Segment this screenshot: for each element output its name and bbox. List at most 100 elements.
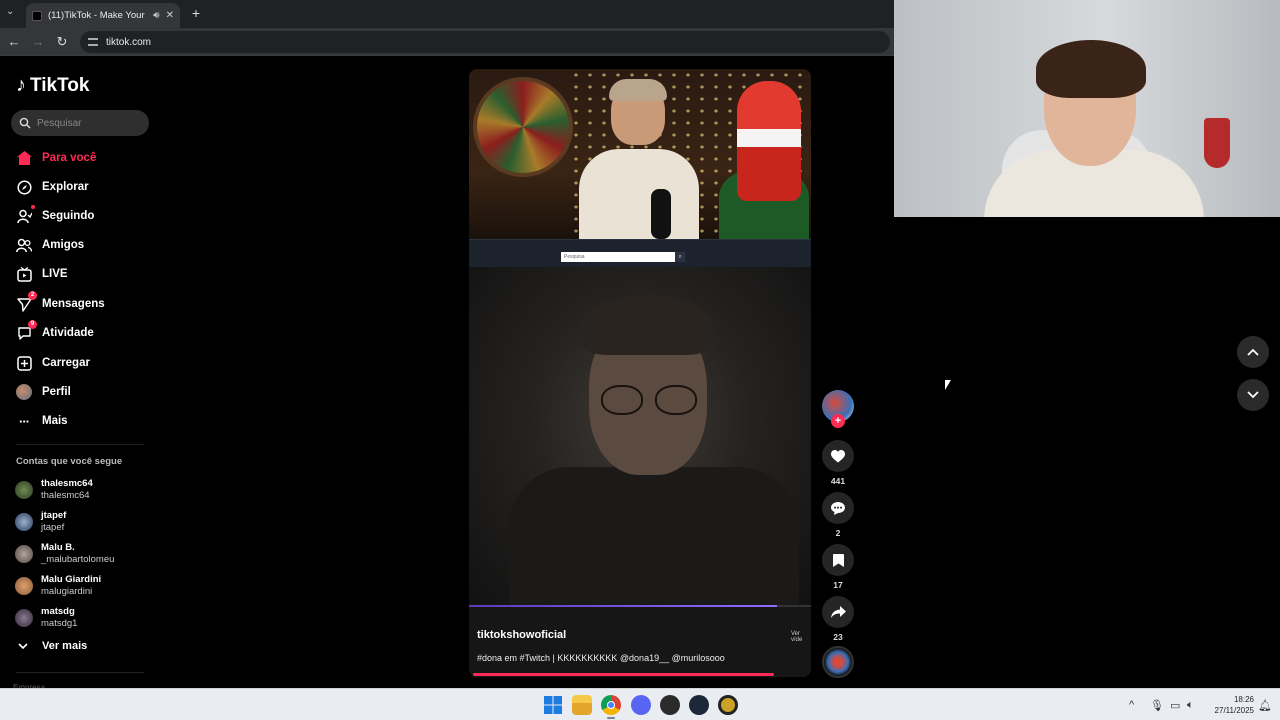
nav-label: Seguindo bbox=[42, 210, 95, 222]
new-tab-button[interactable]: + bbox=[187, 4, 205, 22]
messages-icon: 2 bbox=[16, 291, 37, 312]
browser-tab-bar: ⌄ (11)TikTok - Make Your Day 🔊︎ ✕ + bbox=[0, 0, 894, 28]
windows-start-icon[interactable] bbox=[543, 695, 563, 715]
network-icon[interactable]: ▭ bbox=[1170, 699, 1180, 712]
music-disc[interactable] bbox=[822, 646, 854, 678]
nav-following[interactable]: Seguindo bbox=[16, 205, 95, 226]
video-author[interactable]: tiktokshowoficial bbox=[477, 629, 566, 641]
following-account[interactable]: matsdg matsdg1 bbox=[15, 606, 77, 630]
account-username: malugiardini bbox=[41, 586, 93, 597]
site-info-icon[interactable] bbox=[88, 38, 98, 46]
nav-messages[interactable]: 2 Mensagens bbox=[16, 291, 105, 314]
clock-date: 27/11/2025 bbox=[1214, 706, 1254, 715]
following-account[interactable]: Malu Giardini malugiardini bbox=[15, 574, 101, 598]
notifications-icon[interactable]: 🔔︎ bbox=[1258, 699, 1272, 712]
video-player[interactable]: Pesquisa ⌕ tiktokshowoficial Ver víde #d… bbox=[469, 69, 811, 677]
following-account[interactable]: Malu B. _malubartolomeu bbox=[15, 542, 114, 566]
following-account[interactable]: thalesmc64 thalesmc64 bbox=[15, 478, 93, 502]
reload-icon[interactable]: ↻ bbox=[54, 34, 70, 50]
heart-icon bbox=[831, 449, 845, 462]
taskbar-clock[interactable]: 18:26 27/11/2025 bbox=[1206, 694, 1254, 716]
volume-icon[interactable]: 🔈︎ bbox=[1187, 699, 1194, 712]
profile-avatar bbox=[16, 384, 32, 400]
webcam-overlay bbox=[894, 0, 1280, 217]
chevron-down-icon bbox=[18, 643, 28, 650]
back-icon[interactable]: ← bbox=[6, 34, 22, 50]
nav-activity[interactable]: 9 Atividade bbox=[16, 320, 94, 343]
like-count: 441 bbox=[830, 476, 846, 486]
microphone bbox=[651, 189, 671, 239]
sidebar-divider bbox=[16, 444, 144, 445]
forward-icon[interactable]: → bbox=[30, 34, 46, 50]
sidebar-divider bbox=[16, 672, 144, 673]
share-icon bbox=[830, 606, 846, 618]
save-button[interactable] bbox=[822, 544, 854, 576]
avatar bbox=[15, 513, 33, 531]
video-frame-top-streamer bbox=[469, 69, 811, 244]
nav-for-you[interactable]: Para você bbox=[16, 148, 96, 168]
nav-live[interactable]: LIVE bbox=[16, 264, 68, 284]
follow-plus-icon[interactable]: + bbox=[831, 414, 845, 428]
mouse-cursor-icon bbox=[945, 380, 951, 390]
sidebar: ♪ TikTok Para você Explorar Seguindo Ami… bbox=[0, 56, 160, 692]
christmas-stocking bbox=[1204, 118, 1230, 168]
search-box[interactable] bbox=[11, 110, 149, 136]
game-launcher-icon[interactable] bbox=[718, 695, 738, 715]
tiktok-favicon-icon bbox=[32, 10, 42, 21]
nav-more[interactable]: ··· Mais bbox=[16, 411, 68, 431]
windows-taskbar: ^ 🎙︎ ▭ 🔈︎ 18:26 27/11/2025 🔔︎ bbox=[0, 688, 1280, 720]
close-tab-icon[interactable]: ✕ bbox=[166, 10, 174, 21]
video-frame-bottom-streamer bbox=[469, 267, 811, 607]
account-name: Malu Giardini bbox=[41, 574, 102, 585]
browser-toolbar: ← → ↻ tiktok.com bbox=[0, 28, 894, 56]
clock-time: 18:26 bbox=[1233, 695, 1254, 704]
account-name: thalesmc64 bbox=[41, 478, 93, 489]
nav-explore[interactable]: Explorar bbox=[16, 177, 89, 197]
tab-search-icon[interactable]: ⌄ bbox=[6, 6, 14, 17]
like-button[interactable] bbox=[822, 440, 854, 472]
address-bar[interactable]: tiktok.com bbox=[80, 31, 890, 53]
previous-video-button[interactable] bbox=[1237, 336, 1269, 368]
bookmark-icon bbox=[832, 553, 844, 567]
following-account[interactable]: jtapef jtapef bbox=[15, 510, 66, 534]
audio-playing-icon[interactable]: 🔊︎ bbox=[153, 10, 159, 21]
nav-label: Perfil bbox=[42, 386, 71, 398]
steam-icon[interactable] bbox=[689, 695, 709, 715]
nav-label: Para você bbox=[42, 152, 97, 164]
video-progress-bar[interactable] bbox=[473, 673, 774, 676]
embedded-search-icon: ⌕ bbox=[675, 252, 685, 262]
account-username: matsdg1 bbox=[41, 618, 78, 629]
avatar bbox=[15, 481, 33, 499]
obs-icon[interactable] bbox=[660, 695, 680, 715]
see-more-button[interactable]: Ver mais bbox=[18, 640, 87, 652]
file-explorer-icon[interactable] bbox=[572, 695, 592, 715]
next-video-button[interactable] bbox=[1237, 379, 1269, 411]
nav-profile[interactable]: Perfil bbox=[16, 382, 71, 402]
nav-upload[interactable]: Carregar bbox=[16, 353, 90, 373]
tiktok-logo[interactable]: ♪ TikTok bbox=[16, 74, 89, 97]
following-icon bbox=[16, 205, 35, 224]
nav-label: LIVE bbox=[42, 268, 68, 280]
nav-friends[interactable]: Amigos bbox=[16, 235, 84, 255]
chrome-icon[interactable] bbox=[601, 695, 621, 715]
nav-label: Amigos bbox=[42, 239, 85, 251]
comment-button[interactable] bbox=[822, 492, 854, 524]
embedded-stream-bar: Pesquisa ⌕ bbox=[469, 239, 811, 267]
discord-icon[interactable] bbox=[631, 695, 651, 715]
video-caption: #dona em #Twitch | KKKKKKKKKK @dona19__ … bbox=[477, 653, 725, 663]
upload-icon bbox=[16, 355, 32, 371]
watch-video-link[interactable]: Ver víde bbox=[791, 631, 811, 643]
compass-icon bbox=[16, 179, 32, 195]
nav-label: Mais bbox=[42, 415, 68, 427]
url-text: tiktok.com bbox=[106, 36, 152, 48]
search-input[interactable] bbox=[37, 117, 137, 129]
see-more-label: Ver mais bbox=[42, 640, 88, 652]
share-button[interactable] bbox=[822, 596, 854, 628]
microphone-icon[interactable]: 🎙︎ bbox=[1150, 699, 1164, 712]
logo-text: TikTok bbox=[30, 74, 90, 96]
avatar bbox=[15, 609, 33, 627]
prize-wheel bbox=[473, 77, 573, 177]
browser-tab[interactable]: (11)TikTok - Make Your Day 🔊︎ ✕ bbox=[26, 3, 180, 28]
tray-overflow-icon[interactable]: ^ bbox=[1129, 699, 1134, 711]
chevron-up-icon bbox=[1247, 348, 1259, 356]
